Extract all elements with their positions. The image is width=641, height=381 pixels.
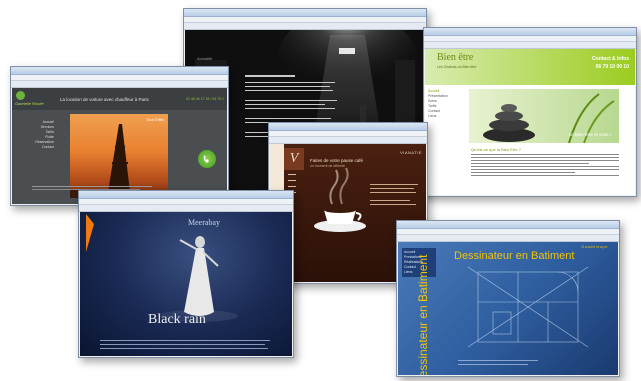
- body-text: [471, 154, 619, 178]
- title-bar: [79, 191, 293, 199]
- photo-caption: Le bien-être et vous !: [568, 132, 611, 137]
- side-menu: Accueil Services Tarifs Flotte Réservati…: [18, 120, 54, 150]
- title-bar: [424, 28, 636, 36]
- toolbar: [424, 42, 636, 49]
- contact-line: Contact & Infos: [592, 56, 629, 62]
- browser-window-black-rain[interactable]: Meerabay Black rain: [78, 190, 294, 358]
- site-title: Bien être: [437, 52, 474, 63]
- viewport: Bien être Les Chakras du Bien être Conta…: [425, 49, 635, 195]
- browser-window-dessinateur[interactable]: Guadeloupe Dessinateur en Batiment Accue…: [396, 220, 620, 377]
- toolbar: [269, 137, 427, 144]
- viewport: Meerabay Black rain: [80, 212, 292, 356]
- blueprint-graphic: [458, 266, 589, 365]
- phone-call-icon[interactable]: [198, 150, 216, 168]
- photo-caption: Tour Eiffel: [146, 117, 164, 122]
- section-heading: Qu'est-ce que la Bien Etre ?: [471, 147, 521, 152]
- phone-handset-icon: [203, 155, 209, 163]
- site-header: Gabrielle Rosée La location de voiture a…: [12, 88, 227, 110]
- toolbar: [79, 205, 293, 212]
- browser-window-tour-eiffel[interactable]: Gabrielle Rosée La location de voiture a…: [10, 66, 229, 206]
- title-bar: [269, 123, 427, 131]
- vertical-label: Dessinateur en Batiment: [416, 254, 430, 375]
- brand-name: Gabrielle Rosée: [15, 101, 44, 106]
- brand-logo-icon: [16, 91, 25, 100]
- toolbar: [397, 235, 619, 242]
- toolbar: [184, 23, 426, 30]
- site-subtitle: Les Chakras du Bien être: [437, 65, 477, 69]
- stones-photo: Le bien-être et vous !: [469, 89, 619, 144]
- viewport: Guadeloupe Dessinateur en Batiment Accue…: [398, 242, 618, 375]
- side-menu: Accueil Présentation Soins Tarifs Contac…: [428, 89, 468, 119]
- title-bar: [184, 9, 426, 17]
- title-bar: [11, 67, 228, 75]
- phone: 06 79 10 00 10: [595, 64, 629, 70]
- title-bar: [397, 221, 619, 229]
- menu-item[interactable]: Liens: [428, 114, 468, 119]
- sidebar-text: Actualité: [197, 56, 213, 61]
- viewport: Gabrielle Rosée La location de voiture a…: [12, 88, 227, 204]
- album-title: Black rain: [148, 312, 206, 327]
- menu-item[interactable]: Contact: [18, 145, 54, 150]
- singer-figure-graphic: [100, 236, 270, 349]
- headline: La location de voiture avec chauffeur à …: [60, 97, 149, 102]
- site-header: Bien être Les Chakras du Bien être Conta…: [425, 49, 635, 85]
- browser-window-bien-etre[interactable]: Bien être Les Chakras du Bien être Conta…: [423, 27, 637, 197]
- phone-header: 01 48 49 17 15 / 06 79 11 22 82: [186, 97, 224, 101]
- toolbar: [11, 81, 228, 88]
